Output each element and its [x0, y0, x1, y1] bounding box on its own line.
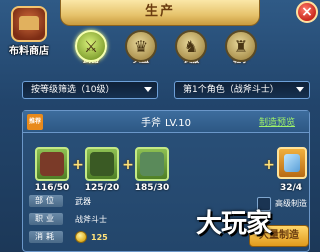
close-button[interactable]: ×: [296, 1, 318, 23]
material-count-2: 125/20: [84, 183, 120, 193]
cloth-shop-button[interactable]: 布料商店: [4, 4, 54, 60]
tab-armor[interactable]: ♞ 衣服: [172, 30, 210, 74]
material-slot-3[interactable]: [135, 147, 169, 181]
character-filter-dropdown[interactable]: 第1个角色（战斧斗士）: [174, 81, 310, 99]
watermark-text: 大玩家: [196, 209, 272, 239]
chevron-down-icon: [296, 87, 304, 92]
material-count-1: 116/50: [34, 183, 70, 193]
level-filter-value: 按等级筛选（10级）: [31, 85, 115, 95]
character-filter-value: 第1个角色（战斧斗士）: [183, 85, 279, 95]
herb-material-icon: [90, 152, 114, 176]
chevron-down-icon: [144, 87, 152, 92]
category-tabs: ⚔ 武器 ♛ 头盔 ♞ 衣服 ♜ 鞋子: [72, 30, 312, 74]
window-title: 生产: [144, 4, 175, 19]
item-level: LV.10: [165, 118, 191, 129]
item-header: 推荐 手斧 LV.10 制造预览: [23, 111, 309, 133]
item-name: 手斧: [141, 118, 162, 129]
info-value-slot: 武器: [75, 197, 91, 206]
boots-icon: ♜: [233, 37, 249, 56]
cloth-shop-label: 布料商店: [9, 46, 49, 57]
plus-icon: +: [122, 157, 134, 173]
plus-icon: +: [72, 157, 84, 173]
product-slot[interactable]: [277, 147, 307, 179]
info-key-slot: 部位: [29, 195, 63, 207]
tab-helmet[interactable]: ♛ 头盔: [122, 30, 160, 74]
cloth-material-icon: [140, 152, 164, 176]
window-title-bar: 生产: [60, 0, 260, 26]
craft-preview-link[interactable]: 制造预览: [259, 115, 295, 128]
sword-icon: ⚔: [83, 37, 99, 56]
material-slot-1[interactable]: [35, 147, 69, 181]
material-count-3: 185/30: [134, 183, 170, 193]
info-key-cost: 消耗: [29, 231, 63, 243]
info-key-class: 职业: [29, 213, 63, 225]
tab-boots[interactable]: ♜ 鞋子: [222, 30, 260, 74]
armor-icon: ♞: [183, 37, 199, 56]
cost-value: 125: [91, 233, 108, 242]
level-filter-dropdown[interactable]: 按等级筛选（10级）: [22, 81, 158, 99]
tab-weapon[interactable]: ⚔ 武器: [72, 30, 110, 74]
cloth-shop-icon: [11, 6, 47, 42]
info-value-class: 战斧斗士: [75, 215, 107, 224]
crystal-icon: [284, 154, 300, 172]
product-count: 32/4: [279, 183, 303, 193]
helmet-icon: ♛: [133, 37, 149, 56]
gold-coin-icon: [75, 231, 87, 243]
plus-icon: +: [263, 157, 275, 173]
material-slot-2[interactable]: [85, 147, 119, 181]
leather-material-icon: [40, 152, 64, 176]
